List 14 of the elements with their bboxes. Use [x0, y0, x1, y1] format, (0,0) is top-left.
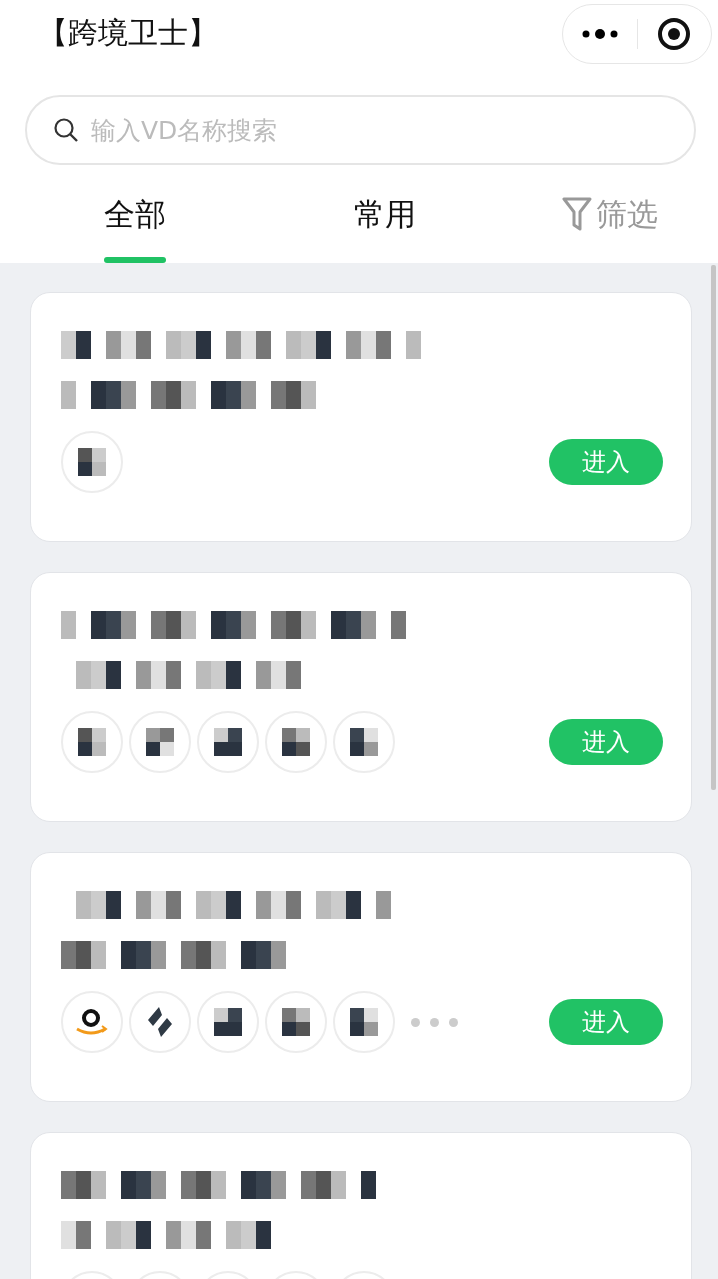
enter-button[interactable]: 进入	[549, 439, 663, 485]
more-icon	[581, 28, 618, 39]
search-field[interactable]: 输入VD名称搜索	[25, 95, 696, 165]
app-title: 【跨境卫士】	[38, 14, 218, 52]
smile-icon	[74, 1007, 110, 1037]
enter-button[interactable]: 进入	[549, 999, 663, 1045]
enter-button[interactable]: 进入	[549, 719, 663, 765]
filter-button[interactable]: 筛选	[562, 165, 658, 263]
slash-logo-icon	[145, 1005, 175, 1039]
filter-icon	[562, 196, 592, 232]
tab[interactable]: 常用	[354, 165, 416, 263]
target-icon	[657, 16, 692, 51]
search-icon	[53, 117, 79, 143]
tab[interactable]: 全部	[104, 165, 166, 263]
